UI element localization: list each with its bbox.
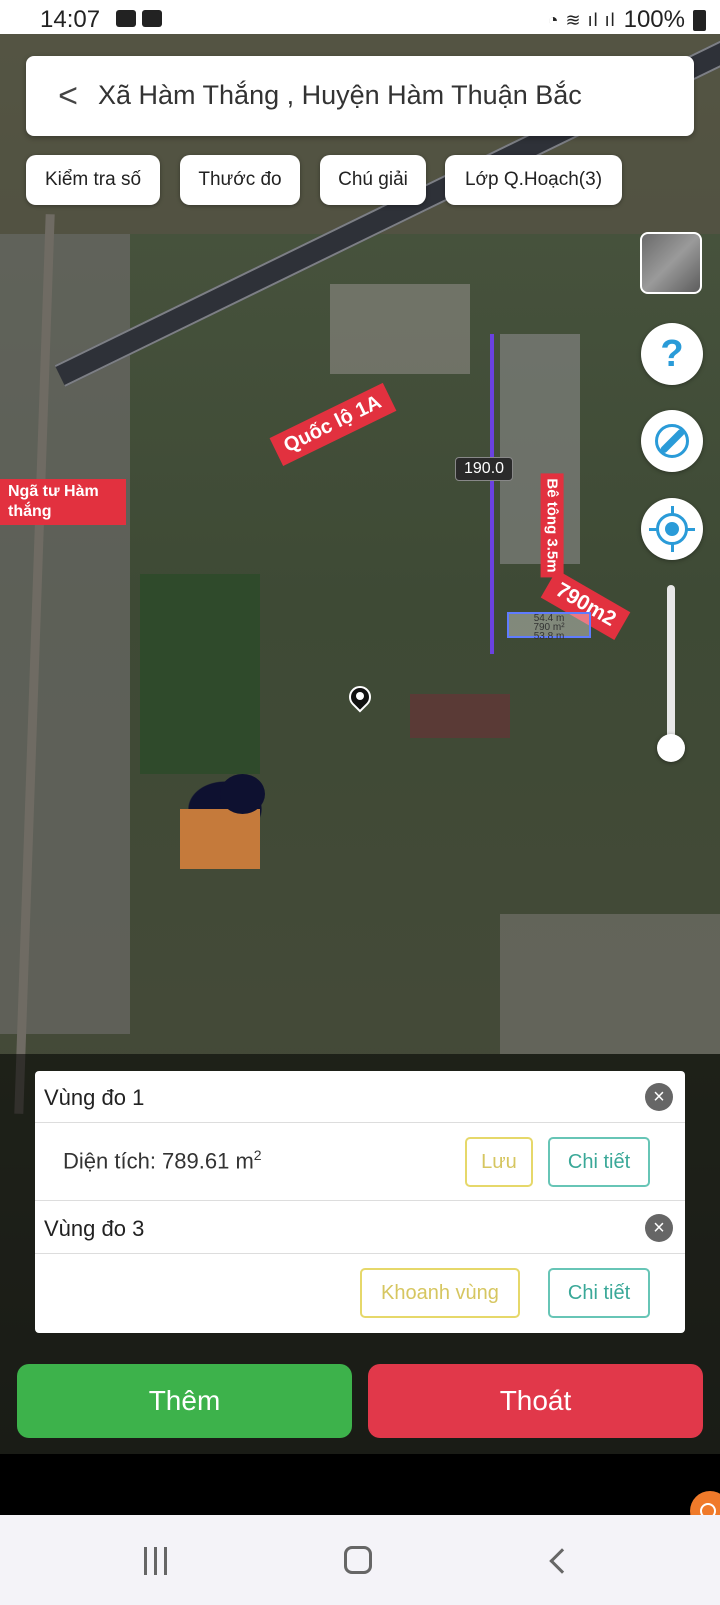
notification-icons (116, 10, 162, 27)
status-time: 14:07 (40, 6, 101, 33)
map-area (500, 914, 720, 1054)
zone-3-body: Khoanh vùng Chi tiết (35, 1254, 685, 1332)
map-area (180, 809, 260, 869)
help-button[interactable]: ? (641, 323, 703, 385)
legend-button[interactable]: Chú giải (320, 155, 426, 205)
check-number-button[interactable]: Kiểm tra số (26, 155, 160, 205)
zone-1-area: Diện tích: 789.61 m2 (63, 1147, 262, 1174)
measured-parcel[interactable]: 54.4 m 790 m² 53.8 m (507, 612, 591, 642)
ruler-button[interactable]: Thước đo (180, 155, 300, 205)
zoom-slider-track[interactable] (667, 585, 675, 745)
signal-icon: ◔ ≋ ıl ıl (547, 9, 616, 30)
zone-draw-button[interactable]: Khoanh vùng (360, 1268, 520, 1318)
status-bar: 14:07 ◔ ≋ ıl ıl 100% (0, 0, 720, 34)
planning-layer-button[interactable]: Lớp Q.Hoạch(3) (445, 155, 622, 205)
zone-1-header: Vùng đo 1 × (35, 1071, 685, 1123)
measure-panel: Vùng đo 1 × Diện tích: 789.61 m2 Lưu Chi… (35, 1071, 685, 1333)
concrete-road-label: Bê tông 3.5m (540, 473, 564, 578)
gallery-notification-icon (116, 10, 136, 27)
close-zone-1-icon[interactable]: × (645, 1083, 673, 1111)
battery-percent: 100% (623, 6, 685, 33)
zone-3-header: Vùng đo 3 × (35, 1202, 685, 1254)
layer-switch-thumbnail[interactable] (640, 232, 702, 294)
zone-3-title: Vùng đo 3 (44, 1216, 145, 1241)
distance-tag: 190.0 (455, 457, 514, 481)
map-area (140, 574, 260, 774)
exit-button[interactable]: Thoát (368, 1364, 703, 1438)
battery-icon (693, 9, 706, 31)
location-pin-icon[interactable] (344, 681, 376, 716)
add-button[interactable]: Thêm (17, 1364, 352, 1438)
save-button[interactable]: Lưu (465, 1137, 533, 1187)
system-nav-bar (0, 1515, 720, 1605)
video-notification-icon (142, 10, 162, 27)
map-area (410, 694, 510, 738)
zone-1-body: Diện tích: 789.61 m2 Lưu Chi tiết (35, 1123, 685, 1201)
page-title: Xã Hàm Thắng , Huyện Hàm Thuận Bắc (98, 80, 582, 110)
status-right: ◔ ≋ ıl ıl 100% (548, 6, 706, 34)
back-nav-icon[interactable] (545, 1545, 585, 1579)
zone-1-title: Vùng đo 1 (44, 1085, 145, 1110)
highway-label: Quốc lộ 1A (269, 383, 397, 466)
my-location-icon[interactable] (641, 498, 703, 560)
intersection-label: Ngã tư Hàm thắng (0, 479, 126, 525)
zone-1-detail-button[interactable]: Chi tiết (548, 1137, 650, 1187)
back-arrow-icon[interactable]: < (48, 74, 88, 118)
recent-apps-icon[interactable] (138, 1545, 178, 1579)
concrete-road-line (490, 334, 494, 654)
zoom-slider-thumb[interactable] (657, 734, 685, 762)
parcel-bottom-length: 53.8 m (533, 631, 565, 642)
close-zone-3-icon[interactable]: × (645, 1214, 673, 1242)
zone-3-detail-button[interactable]: Chi tiết (548, 1268, 650, 1318)
pond (220, 774, 265, 814)
header-bar: < Xã Hàm Thắng , Huyện Hàm Thuận Bắc (26, 56, 694, 136)
compass-icon[interactable] (641, 410, 703, 472)
home-icon[interactable] (338, 1545, 378, 1579)
map-area (330, 284, 470, 374)
